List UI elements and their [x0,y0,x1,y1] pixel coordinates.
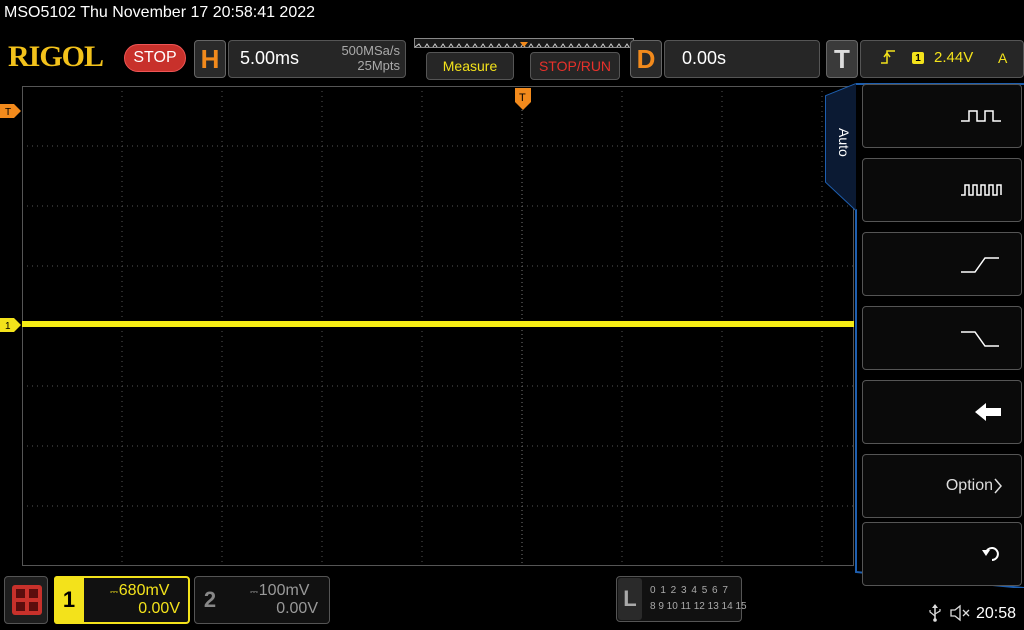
falling-edge-button[interactable] [862,306,1022,370]
dc-coupling-icon: ⎓ [250,587,259,598]
memory-position-bar [414,38,634,48]
svg-text:T: T [5,107,11,118]
trigger-source: 1 [912,52,924,64]
delay-button[interactable]: D [630,40,662,78]
svg-text:T: T [519,92,526,104]
delay-value: 0.00s [682,48,727,68]
ch1-waveform-trace [22,321,854,327]
rising-edge-icon [959,253,1003,275]
option-button[interactable]: Option [862,454,1022,518]
stop-run-button[interactable]: STOP/RUN [530,52,620,80]
la-channels-row1: 0 1 2 3 4 5 6 7 [650,585,729,596]
window-title: MSO5102 Thu November 17 20:58:41 2022 [4,4,316,21]
ch1-scale: ⎓ 680mV [110,582,169,600]
chevron-right-icon [993,477,1003,495]
pulse-train-button[interactable] [862,158,1022,222]
single-pulse-button[interactable] [862,84,1022,148]
back-button[interactable] [862,380,1022,444]
rising-edge-button[interactable] [862,232,1022,296]
timebase-scale: 5.00ms [240,48,300,68]
logic-analyzer-label: L [618,578,642,620]
ch1-offset: 0.00V [138,600,180,617]
rigol-logo: RIGOL [8,40,104,73]
ch2-scale: ⎓ 100mV [250,582,309,600]
ch2-scale-value: 100mV [258,582,310,599]
single-pulse-icon [959,108,1003,124]
trigger-mode: A [998,50,1008,66]
measure-button[interactable]: Measure [426,52,514,80]
side-menu-title: Auto [836,128,852,157]
horizontal-button[interactable]: H [194,40,226,78]
system-clock: 20:58 [976,605,1017,622]
ch1-label: 1 [54,576,84,624]
trigger-button[interactable]: T [826,40,858,78]
memory-depth: 25Mpts [357,58,400,73]
sound-muted-icon[interactable] [950,604,972,627]
return-icon [981,545,1003,563]
ch1-offset-marker[interactable]: 1 [0,318,22,332]
trigger-level-marker[interactable]: T [0,104,22,118]
ch2-label: 2 [203,587,217,612]
ch1-scale-value: 680mV [118,582,170,599]
svg-text:1: 1 [5,321,11,332]
back-arrow-icon [973,402,1003,422]
acquisition-status-badge: STOP [124,44,186,72]
usb-icon [928,604,942,627]
trigger-position-marker[interactable]: T [515,88,531,110]
menu-grid-icon [12,585,42,615]
rising-edge-trigger-icon [880,48,896,71]
dc-coupling-icon: ⎓ [110,587,119,598]
la-channels-row2: 8 9 10 11 12 13 14 15 [650,601,747,612]
trigger-level: 2.44V [934,49,974,66]
pulse-train-icon [959,182,1003,198]
falling-edge-icon [959,327,1003,349]
sample-rate: 500MSa/s [341,43,400,58]
main-menu-button[interactable] [4,576,48,624]
ch2-offset: 0.00V [276,600,318,617]
option-label: Option [945,477,993,494]
return-button[interactable] [862,522,1022,586]
